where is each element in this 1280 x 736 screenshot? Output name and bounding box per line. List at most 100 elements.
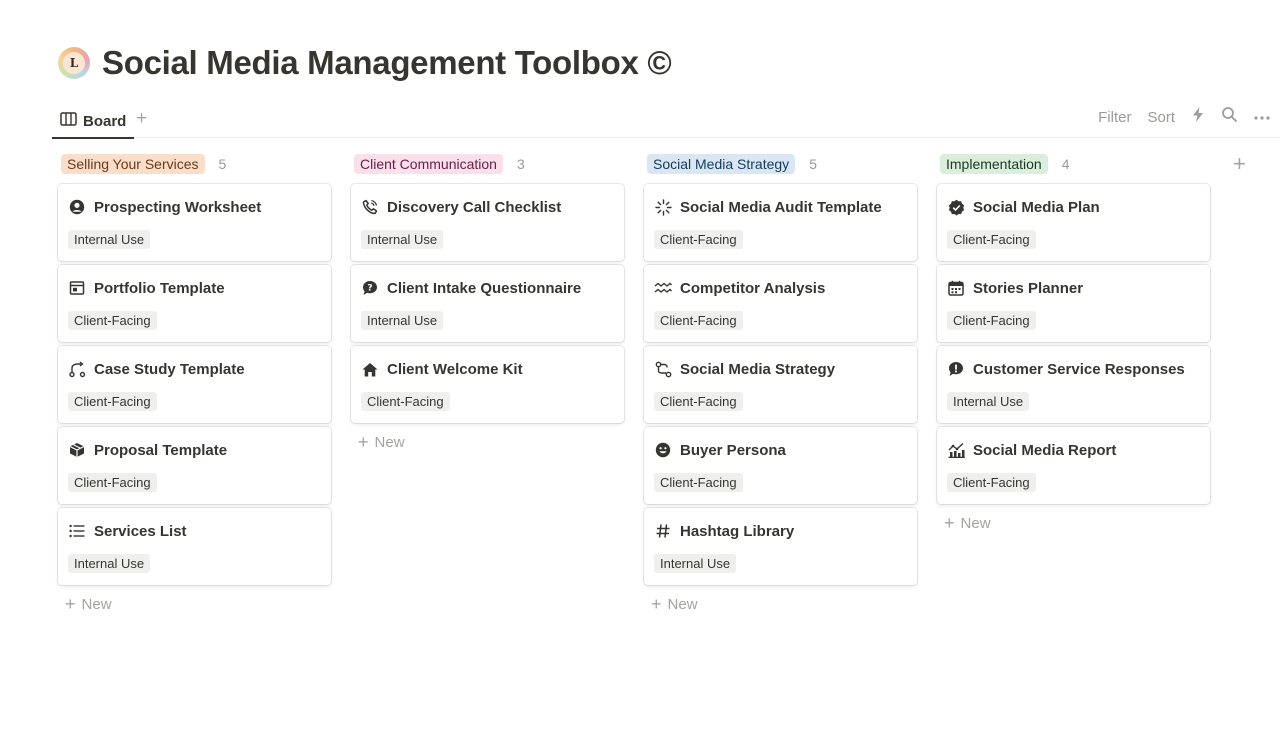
card-title-row: Hashtag Library (654, 521, 907, 541)
card-title: Stories Planner (973, 279, 1084, 297)
filter-button[interactable]: Filter (1098, 109, 1131, 126)
board-card[interactable]: Case Study Template Client-Facing (58, 346, 331, 423)
board-icon (60, 111, 77, 131)
new-card-button[interactable]: + New (351, 427, 624, 457)
calendar-icon (947, 279, 965, 297)
more-icon[interactable] (1254, 108, 1270, 126)
card-title: Social Media Strategy (680, 360, 836, 378)
board-card[interactable]: Stories Planner Client-Facing (937, 265, 1210, 342)
board-card[interactable]: Proposal Template Client-Facing (58, 427, 331, 504)
sort-button[interactable]: Sort (1147, 109, 1175, 126)
card-tag: Internal Use (68, 230, 151, 249)
card-tag: Client-Facing (654, 230, 743, 249)
card-title: Discovery Call Checklist (387, 198, 562, 216)
board-column: Client Communication 3 Discovery Call Chec… (351, 150, 624, 619)
new-card-label: New (960, 514, 991, 532)
smiley-icon (654, 441, 672, 459)
column-title[interactable]: Selling Your Services (61, 154, 205, 174)
card-title: Case Study Template (94, 360, 245, 378)
card-title-row: Social Media Plan (947, 197, 1200, 217)
card-title: Prospecting Worksheet (94, 198, 262, 216)
card-tag: Client-Facing (654, 311, 743, 330)
browser-window-icon (68, 279, 86, 297)
column-title[interactable]: Implementation (940, 154, 1048, 174)
card-title-row: Social Media Report (947, 440, 1200, 460)
card-title: Competitor Analysis (680, 279, 826, 297)
user-circle-icon (68, 198, 86, 216)
card-title-row: ? Client Intake Questionnaire (361, 278, 614, 298)
column-header: Social Media Strategy 5 (644, 150, 917, 178)
board-card[interactable]: Prospecting Worksheet Internal Use (58, 184, 331, 261)
chart-icon (947, 441, 965, 459)
logo-letter: L (63, 52, 85, 74)
column-count: 5 (809, 156, 817, 172)
card-tag: Internal Use (361, 230, 444, 249)
card-title-row: Competitor Analysis (654, 278, 907, 298)
new-card-label: New (81, 595, 112, 613)
board-column: Selling Your Services 5 Prospecting Worksh… (58, 150, 331, 619)
board-card[interactable]: Social Media Plan Client-Facing (937, 184, 1210, 261)
plus-icon: + (651, 594, 662, 614)
board-card[interactable]: Social Media Strategy Client-Facing (644, 346, 917, 423)
home-icon (361, 360, 379, 378)
lightning-icon[interactable] (1191, 106, 1205, 128)
add-group-button[interactable]: + (1233, 151, 1246, 177)
card-title-row: Services List (68, 521, 321, 541)
box-icon (68, 441, 86, 459)
card-tag: Client-Facing (654, 473, 743, 492)
card-tag: Client-Facing (947, 473, 1036, 492)
card-title: Social Media Audit Template (680, 198, 882, 216)
board-card[interactable]: Portfolio Template Client-Facing (58, 265, 331, 342)
column-title[interactable]: Social Media Strategy (647, 154, 796, 174)
tab-board[interactable]: Board (52, 104, 135, 139)
board-card[interactable]: Competitor Analysis Client-Facing (644, 265, 917, 342)
route-icon (654, 360, 672, 378)
page-logo-icon[interactable]: L (58, 47, 90, 79)
card-tag: Client-Facing (947, 311, 1036, 330)
card-title: Client Welcome Kit (387, 360, 523, 378)
card-tag: Internal Use (947, 392, 1030, 411)
board-column: Implementation 4 Social Media Plan Client-F… (937, 150, 1210, 619)
board-card[interactable]: Social Media Report Client-Facing (937, 427, 1210, 504)
new-card-button[interactable]: + New (58, 589, 331, 619)
add-view-button[interactable]: + (136, 108, 147, 130)
new-card-label: New (667, 595, 698, 613)
phone-icon (361, 198, 379, 216)
tab-board-label: Board (83, 112, 127, 130)
column-count: 3 (516, 156, 525, 172)
card-title-row: Buyer Persona (654, 440, 907, 460)
board-card[interactable]: Hashtag Library Internal Use (644, 508, 917, 585)
board-card[interactable]: Services List Internal Use (58, 508, 331, 585)
card-title-row: Portfolio Template (68, 278, 321, 298)
flow-icon (68, 360, 86, 378)
card-title: Social Media Plan (973, 198, 1100, 216)
column-count: 5 (218, 156, 227, 172)
svg-text:?: ? (367, 284, 372, 294)
hashtag-icon (654, 522, 672, 540)
waves-icon (654, 279, 672, 297)
new-card-button[interactable]: + New (644, 589, 917, 619)
card-tag: Client-Facing (947, 230, 1036, 249)
board-card[interactable]: Social Media Audit Template Client-Facing (644, 184, 917, 261)
card-title: Social Media Report (973, 441, 1117, 459)
new-card-button[interactable]: + New (937, 508, 1210, 538)
board-card[interactable]: Client Welcome Kit Client-Facing (351, 346, 624, 423)
search-icon[interactable] (1221, 106, 1238, 128)
board-card[interactable]: ? Client Intake Questionnaire Internal Use (351, 265, 624, 342)
column-title[interactable]: Client Communication (354, 154, 503, 174)
board-card[interactable]: Discovery Call Checklist Internal Use (351, 184, 624, 261)
card-title-row: Proposal Template (68, 440, 321, 460)
board-card[interactable]: Buyer Persona Client-Facing (644, 427, 917, 504)
column-header: Client Communication 3 (351, 150, 624, 178)
card-title: Customer Service Responses (973, 360, 1185, 378)
page-title[interactable]: Social Media Management Toolbox © (102, 44, 672, 82)
column-header: Selling Your Services 5 (58, 150, 331, 178)
card-title-row: Discovery Call Checklist (361, 197, 614, 217)
question-bubble-icon: ? (361, 279, 379, 297)
alert-bubble-icon (947, 360, 965, 378)
board-card[interactable]: Customer Service Responses Internal Use (937, 346, 1210, 423)
card-tag: Client-Facing (361, 392, 450, 411)
new-card-label: New (374, 433, 405, 451)
plus-icon: + (65, 594, 76, 614)
card-title: Proposal Template (94, 441, 228, 459)
